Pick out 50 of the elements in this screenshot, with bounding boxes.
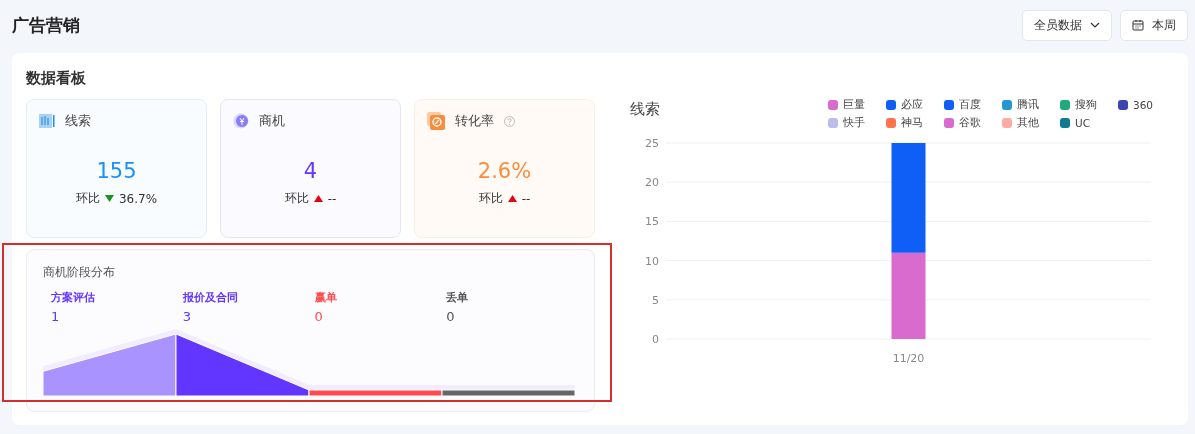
stage-count: 3 bbox=[182, 309, 192, 324]
y-tick-label: 5 bbox=[652, 293, 659, 307]
coin-icon bbox=[233, 113, 249, 129]
help-icon[interactable] bbox=[504, 115, 515, 127]
chevron-down-icon bbox=[1090, 22, 1100, 28]
compare-label: 环比 bbox=[75, 190, 100, 207]
legend-label[interactable]: UC bbox=[1075, 117, 1091, 129]
legend-label[interactable]: 腾讯 bbox=[1017, 98, 1039, 112]
change-value: 36.7% bbox=[118, 191, 158, 206]
chart-icon bbox=[39, 113, 55, 129]
card-value: 155 bbox=[96, 158, 137, 184]
card-value: 4 bbox=[303, 158, 318, 184]
gauge-icon bbox=[427, 112, 445, 130]
legend-label[interactable]: 搜狗 bbox=[1075, 98, 1097, 112]
y-tick-label: 0 bbox=[652, 333, 659, 346]
legend-label[interactable]: 其他 bbox=[1017, 116, 1039, 130]
card-value: 2.6% bbox=[477, 158, 532, 184]
legend-label[interactable]: 必应 bbox=[901, 98, 923, 112]
stage-name: 报价及合同 bbox=[182, 290, 238, 305]
change-value: -- bbox=[327, 191, 337, 206]
y-tick-label: 20 bbox=[645, 176, 659, 190]
compare-label: 环比 bbox=[478, 190, 503, 207]
change-value: -- bbox=[521, 191, 531, 206]
stage-name: 赢单 bbox=[314, 290, 337, 305]
legend-label[interactable]: 巨量 bbox=[843, 98, 865, 112]
compare-label: 环比 bbox=[284, 190, 309, 207]
legend-label[interactable]: 谷歌 bbox=[959, 116, 981, 130]
stage-count: 1 bbox=[51, 309, 60, 324]
stage-name: 丢单 bbox=[446, 290, 469, 305]
legend-label[interactable]: 快手 bbox=[843, 116, 865, 130]
y-tick-label: 15 bbox=[645, 215, 659, 229]
stage-count: 0 bbox=[314, 309, 323, 324]
date-button[interactable]: 本周 bbox=[1120, 9, 1188, 41]
y-tick-label: 25 bbox=[645, 137, 659, 150]
calendar-icon bbox=[1132, 19, 1144, 31]
page-title: 广告营销 bbox=[12, 13, 80, 37]
section-title: 数据看板 bbox=[26, 68, 87, 89]
scope-dropdown[interactable]: 全员数据 bbox=[1022, 9, 1112, 41]
chart-title: 线索 bbox=[630, 100, 660, 120]
legend-label[interactable]: 360 bbox=[1133, 99, 1154, 111]
y-tick-label: 10 bbox=[645, 254, 659, 268]
x-tick-label: 11/20 bbox=[892, 352, 925, 365]
stage-name: 方案评估 bbox=[51, 290, 95, 305]
panel-title: 商机阶段分布 bbox=[43, 264, 116, 281]
card-label: 转化率 bbox=[455, 112, 494, 130]
legend-label[interactable]: 神马 bbox=[901, 116, 923, 130]
card-label: 线索 bbox=[65, 112, 91, 130]
card-label: 商机 bbox=[259, 112, 285, 130]
stage-count: 0 bbox=[446, 309, 455, 324]
legend-label[interactable]: 百度 bbox=[959, 98, 981, 112]
